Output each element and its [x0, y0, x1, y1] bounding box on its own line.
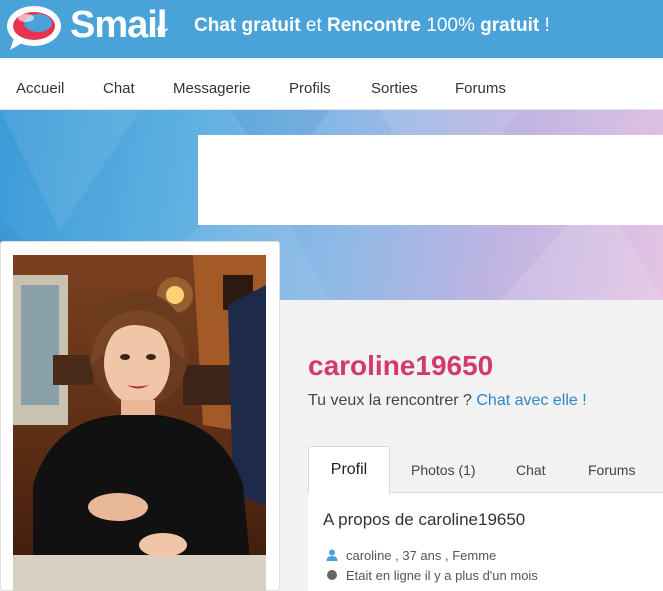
site-logo[interactable]: Smail .fr — [4, 2, 172, 52]
tagline-percent: 100% — [420, 15, 481, 36]
chat-with-her-link[interactable]: Chat avec elle ! — [476, 392, 586, 409]
tab-profil[interactable]: Profil — [308, 446, 390, 494]
tagline-chat-gratuit: Chat gratuit — [194, 15, 301, 36]
profile-username: caroline19650 — [308, 350, 494, 381]
main-nav: Accueil Chat Messagerie Profils Sorties … — [0, 58, 663, 110]
tab-chat[interactable]: Chat — [516, 462, 546, 478]
site-tagline: Chat gratuit et Rencontre 100% gratuit ! — [194, 15, 550, 37]
profile-photo-image — [13, 255, 266, 591]
site-header: Smail .fr Chat gratuit et Rencontre 100%… — [0, 0, 663, 58]
tab-photos[interactable]: Photos (1) — [411, 462, 476, 478]
nav-item-forums[interactable]: Forums — [455, 80, 506, 97]
ad-placeholder — [198, 135, 663, 225]
user-icon — [326, 549, 338, 561]
about-title: A propos de caroline19650 — [323, 510, 526, 529]
info-identity-row: caroline , 37 ans , Femme — [326, 548, 496, 563]
meet-prompt: Tu veux la rencontrer ? Chat avec elle ! — [308, 392, 587, 410]
speech-bubble-logo-icon — [7, 6, 61, 50]
logo-tld: .fr — [152, 24, 168, 41]
nav-item-sorties[interactable]: Sorties — [371, 80, 418, 97]
nav-item-messagerie[interactable]: Messagerie — [173, 80, 251, 97]
tab-forums[interactable]: Forums — [588, 462, 635, 478]
nav-item-accueil[interactable]: Accueil — [16, 80, 64, 97]
profile-photo[interactable] — [13, 255, 266, 591]
tagline-gratuit: gratuit — [480, 15, 540, 36]
nav-item-profils[interactable]: Profils — [289, 80, 331, 97]
info-status-row: Etait en ligne il y a plus d'un mois — [326, 568, 538, 583]
info-status: Etait en ligne il y a plus d'un mois — [346, 568, 538, 583]
nav-item-chat[interactable]: Chat — [103, 80, 135, 97]
tab-profil-label: Profil — [330, 461, 368, 478]
meet-question: Tu veux la rencontrer ? — [308, 392, 477, 409]
tagline-exclaim: ! — [539, 15, 550, 36]
info-identity: caroline , 37 ans , Femme — [346, 548, 497, 563]
tagline-et: et — [300, 15, 328, 36]
tagline-rencontre: Rencontre — [327, 15, 421, 36]
offline-status-icon — [327, 570, 337, 580]
